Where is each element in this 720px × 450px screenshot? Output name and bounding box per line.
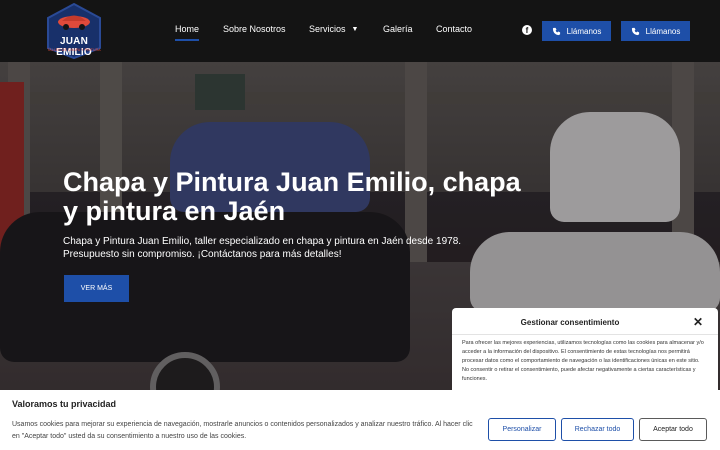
nav-servicios[interactable]: Servicios ▼: [309, 24, 358, 34]
close-icon[interactable]: ✕: [693, 316, 703, 328]
call-button-2[interactable]: Llámanos: [621, 21, 690, 41]
cookie-banner: Valoramos tu privacidad Usamos cookies p…: [0, 390, 720, 450]
cookie-banner-text: Usamos cookies para mejorar su experienc…: [12, 421, 473, 440]
phone-icon: [631, 27, 639, 35]
phone-icon: [552, 27, 560, 35]
hero-subtitle: Chapa y Pintura Juan Emilio, taller espe…: [63, 236, 462, 260]
logo-tagline: TALLER DE CHAPA Y PINTURA: [47, 48, 101, 52]
facebook-icon[interactable]: f: [522, 25, 532, 35]
site-header: JUAN EMILIO TALLER DE CHAPA Y PINTURA Ho…: [0, 0, 720, 62]
nav-galeria[interactable]: Galería: [383, 24, 413, 34]
consent-modal-title: Gestionar consentimiento: [520, 318, 620, 327]
call-button-1[interactable]: Llámanos: [542, 21, 611, 41]
reject-all-button[interactable]: Rechazar todo: [561, 418, 634, 441]
call-button-label: Llámanos: [566, 26, 602, 36]
call-button-label: Llámanos: [645, 26, 681, 36]
ver-mas-button[interactable]: VER MÁS: [64, 275, 129, 302]
consent-modal: Gestionar consentimiento ✕ Para ofrecer …: [452, 308, 718, 390]
customize-button[interactable]: Personalizar: [488, 418, 556, 441]
chevron-down-icon: ▼: [351, 26, 359, 33]
hero-title: Chapa y Pintura Juan Emilio, chapa y pin…: [63, 167, 521, 226]
cookie-banner-title: Valoramos tu privacidad: [12, 399, 117, 409]
modal-divider: [452, 334, 718, 335]
nav-home[interactable]: Home: [175, 24, 200, 41]
site-logo[interactable]: JUAN EMILIO TALLER DE CHAPA Y PINTURA: [42, 2, 106, 60]
consent-modal-text: Para ofrecer las mejores experiencias, u…: [462, 340, 704, 382]
nav-servicios-label: Servicios: [309, 24, 346, 34]
accept-all-button[interactable]: Aceptar todo: [639, 418, 707, 441]
logo-name: JUAN EMILIO: [56, 36, 92, 58]
nav-sobre-nosotros[interactable]: Sobre Nosotros: [223, 24, 286, 34]
nav-contacto[interactable]: Contacto: [436, 24, 472, 34]
